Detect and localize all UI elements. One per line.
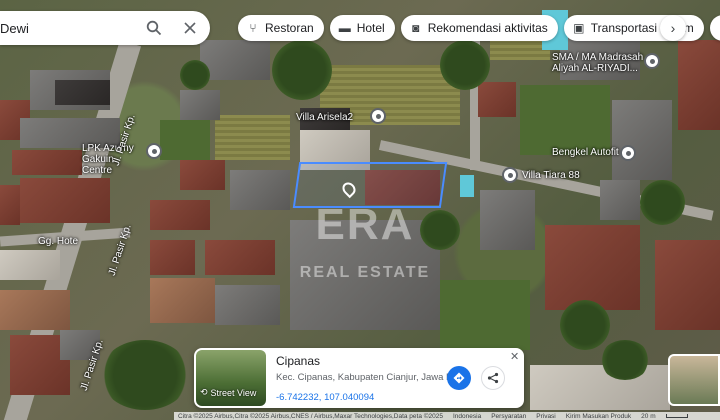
attribution-text: Citra ©2025 Airbus,Citra ©2025 Airbus,CN… — [178, 412, 443, 420]
layer-toggle-thumbnail[interactable] — [668, 354, 720, 406]
place-coordinates[interactable]: -6.742232, 107.040094 — [276, 392, 440, 403]
chip-label: Hotel — [356, 21, 385, 35]
building — [530, 365, 670, 410]
share-button[interactable] — [481, 366, 505, 390]
field — [215, 115, 290, 160]
street-view-thumbnail[interactable]: ⟲ Street View — [196, 350, 266, 406]
place-pin-icon[interactable] — [620, 145, 636, 161]
tree — [272, 40, 332, 100]
street-view-icon: ⟲ — [200, 387, 208, 397]
tree — [600, 340, 650, 380]
building — [678, 40, 720, 130]
close-icon[interactable] — [176, 14, 204, 42]
attribution-bar: Citra ©2025 Airbus,Citra ©2025 Airbus,CN… — [174, 412, 720, 420]
building — [0, 250, 60, 280]
building — [150, 200, 210, 230]
pool — [460, 175, 474, 197]
place-address: Kec. Cipanas, Kabupaten Cianjur, Jawa Ba… — [276, 372, 469, 383]
search-input[interactable] — [0, 20, 140, 36]
place-pin-icon[interactable] — [370, 108, 386, 124]
place-pin-icon[interactable] — [644, 53, 660, 69]
chevron-right-icon[interactable]: › — [660, 15, 686, 41]
building — [600, 180, 640, 220]
train-icon: ▣ — [573, 21, 585, 35]
tree — [180, 60, 210, 90]
tree — [440, 40, 490, 90]
search-bar — [0, 11, 210, 45]
chip-parkir[interactable]: P Pa — [709, 15, 720, 41]
place-label[interactable]: Villa Arisela2 — [296, 112, 353, 123]
building — [180, 90, 220, 120]
place-pin-icon[interactable] — [502, 167, 518, 183]
tree — [100, 340, 190, 410]
place-label[interactable]: SMA / MA Madrasah Aliyah AL-RIYADI... — [552, 52, 647, 74]
building — [0, 290, 70, 330]
watermark: ERA REAL ESTATE — [285, 200, 445, 282]
category-chips: ⑂ Restoran ▬ Hotel ◙ Rekomendasi aktivit… — [238, 15, 720, 41]
place-pin-icon[interactable] — [146, 143, 162, 159]
building — [478, 82, 516, 117]
building — [12, 150, 82, 175]
building — [55, 80, 110, 105]
place-label[interactable]: Villa Tiara 88 — [522, 170, 580, 181]
directions-button[interactable] — [447, 366, 471, 390]
building — [612, 100, 672, 180]
chip-restoran[interactable]: ⑂ Restoran — [238, 15, 324, 41]
directions-icon — [453, 372, 465, 384]
place-title: Cipanas — [276, 354, 321, 368]
chip-label: Restoran — [265, 21, 314, 35]
building — [180, 160, 225, 190]
street-view-label: ⟲ Street View — [200, 387, 257, 398]
tree — [640, 180, 685, 225]
footer-link-privacy[interactable]: Privasi — [536, 413, 556, 420]
chip-rekomendasi[interactable]: ◙ Rekomendasi aktivitas — [400, 15, 558, 41]
lawn — [160, 120, 210, 160]
footer-link-country[interactable]: Indonesia — [453, 413, 481, 420]
place-label[interactable]: Gg. Hote — [38, 236, 78, 247]
building — [480, 190, 535, 250]
building — [655, 240, 720, 330]
share-icon — [487, 372, 499, 384]
place-info: Cipanas Kec. Cipanas, Kabupaten Cianjur,… — [268, 348, 469, 408]
footer-link-feedback[interactable]: Kirim Masukan Produk — [566, 413, 631, 420]
place-card[interactable]: ⟲ Street View Cipanas Kec. Cipanas, Kabu… — [194, 348, 524, 408]
search-icon[interactable] — [140, 14, 168, 42]
place-label[interactable]: Bengkel Autofit — [552, 147, 619, 158]
building — [150, 240, 195, 275]
scale-label[interactable]: 20 m — [641, 413, 655, 420]
watermark-logo: ERA — [315, 200, 415, 249]
scale-bar — [665, 414, 688, 418]
building — [150, 278, 215, 323]
watermark-text: REAL ESTATE — [299, 264, 431, 281]
building — [230, 170, 290, 210]
fork-knife-icon: ⑂ — [249, 21, 257, 35]
chip-hotel[interactable]: ▬ Hotel — [329, 15, 395, 41]
close-card-icon[interactable]: ✕ — [510, 350, 519, 363]
lawn — [520, 85, 610, 155]
building — [20, 178, 110, 223]
tree — [560, 300, 610, 350]
bed-icon: ▬ — [338, 21, 351, 35]
building — [200, 40, 270, 80]
footer-link-terms[interactable]: Persyaratan — [491, 413, 526, 420]
building — [0, 185, 20, 225]
building — [205, 240, 275, 275]
camera-icon: ◙ — [412, 21, 420, 35]
lawn — [440, 280, 530, 350]
building — [545, 225, 640, 310]
chip-label: Rekomendasi aktivitas — [427, 21, 548, 35]
building — [215, 285, 280, 325]
